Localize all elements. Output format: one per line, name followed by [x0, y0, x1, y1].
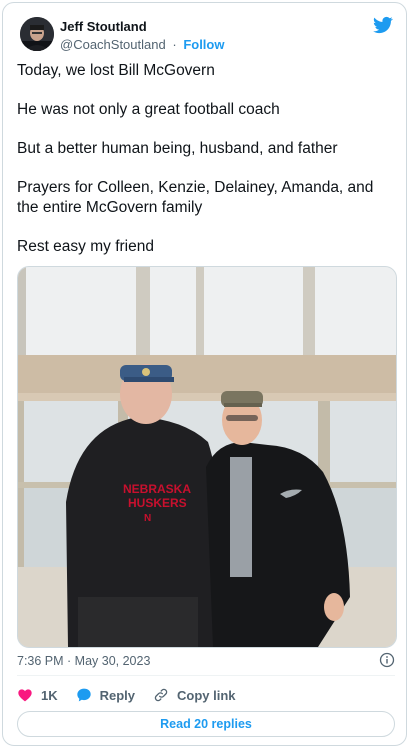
tweet-card: Jeff Stoutland @CoachStoutland · Follow …	[2, 2, 407, 746]
tweet-paragraph: Rest easy my friend	[17, 238, 154, 255]
link-icon	[154, 688, 168, 702]
tweet-paragraph: Today, we lost Bill McGovern	[17, 62, 215, 79]
reply-button[interactable]: Reply	[76, 687, 135, 703]
tweet-photo[interactable]: NEBRASKA HUSKERS N	[17, 266, 397, 648]
separator-dot: ·	[172, 37, 177, 52]
like-button[interactable]: 1K	[17, 687, 58, 703]
tweet-text: Today, we lost Bill McGovern He was not …	[17, 61, 397, 276]
reply-bubble-icon	[76, 688, 91, 702]
reply-label: Reply	[99, 687, 136, 703]
copy-link-button[interactable]: Copy link	[153, 687, 236, 703]
divider	[17, 675, 395, 676]
shirt-text-line1: NEBRASKA	[123, 482, 191, 496]
tweet-paragraph: He was not only a great football coach	[17, 101, 280, 118]
info-icon[interactable]	[379, 652, 395, 668]
read-replies-button[interactable]: Read 20 replies	[17, 711, 395, 737]
tweet-paragraph: Prayers for Colleen, Kenzie, Delainey, A…	[17, 179, 374, 216]
author-handle-row: @CoachStoutland · Follow	[60, 37, 224, 52]
timestamp-row: 7:36 PM · May 30, 2023	[17, 652, 395, 668]
author-name[interactable]: Jeff Stoutland	[60, 19, 147, 34]
shirt-text-line2: HUSKERS	[128, 496, 187, 510]
heart-icon	[18, 689, 32, 702]
avatar[interactable]	[20, 17, 54, 51]
tweet-timestamp[interactable]: 7:36 PM · May 30, 2023	[17, 654, 150, 668]
like-count: 1K	[41, 687, 58, 703]
copy-link-label: Copy link	[177, 687, 236, 703]
svg-text:N: N	[144, 513, 151, 524]
follow-button[interactable]: Follow	[183, 37, 224, 52]
action-bar: 1K Reply Copy link	[17, 685, 254, 705]
tweet-paragraph: But a better human being, husband, and f…	[17, 140, 338, 157]
author-handle[interactable]: @CoachStoutland	[60, 37, 166, 52]
twitter-bird-icon[interactable]	[372, 15, 394, 35]
